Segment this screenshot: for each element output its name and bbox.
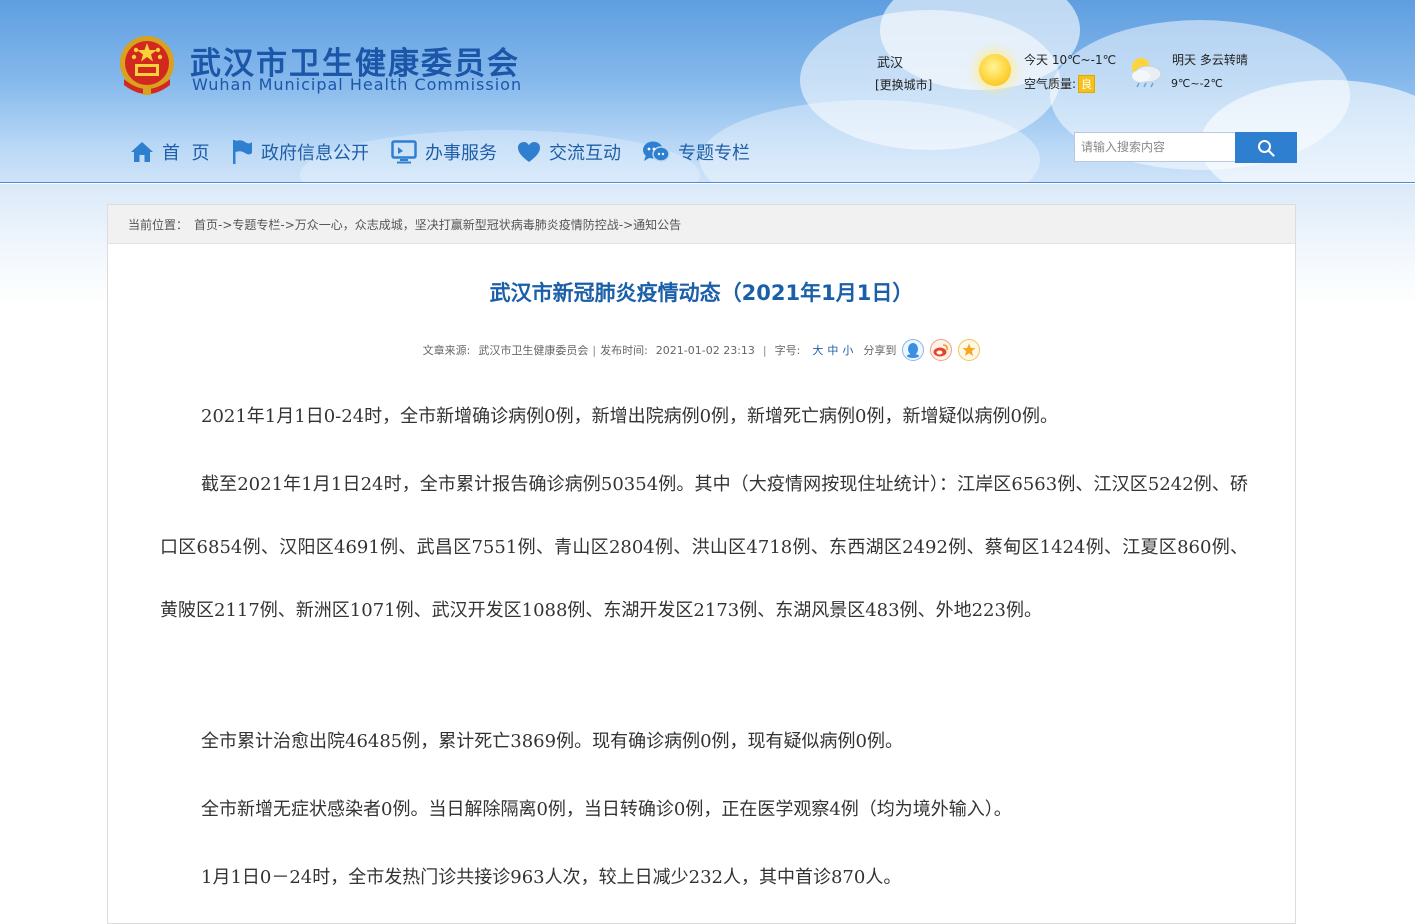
breadcrumb-label: 当前位置： xyxy=(128,217,189,232)
weibo-icon xyxy=(933,344,949,357)
nav-gov-info-label: 政府信息公开 xyxy=(261,143,369,164)
font-size-large[interactable]: 大 xyxy=(812,342,823,358)
air-quality-badge: 良 xyxy=(1078,75,1096,93)
heart-icon xyxy=(518,142,540,162)
source-value: 武汉市卫生健康委员会 xyxy=(478,344,589,357)
source-label: 文章来源: xyxy=(422,344,471,357)
monitor-icon xyxy=(391,140,417,164)
share-label: 分享到 xyxy=(863,344,897,357)
article-meta: 文章来源: 武汉市卫生健康委员会 | 发布时间: 2021-01-02 23:1… xyxy=(108,338,1295,362)
article-title: 武汉市新冠肺炎疫情动态（2021年1月1日） xyxy=(489,281,914,305)
article-paragraph: 1月1日0－24时，全市发热门诊共接诊963人次，较上日减少232人，其中首诊8… xyxy=(201,867,902,888)
weather-today: 今天 10℃~-1℃ xyxy=(1024,53,1117,67)
air-quality-label: 空气质量: xyxy=(1024,77,1077,91)
article-paragraph: 2021年1月1日0-24时，全市新增确诊病例0例，新增出院病例0例，新增死亡病… xyxy=(201,406,1058,427)
search-button[interactable] xyxy=(1235,132,1297,163)
article-paragraph: 全市新增无症状感染者0例。当日解除隔离0例，当日转确诊0例，正在医学观察4例（均… xyxy=(201,799,1012,820)
site-header: 武汉市卫生健康委员会 Wuhan Municipal Health Commis… xyxy=(0,0,1415,183)
font-size-medium[interactable]: 中 xyxy=(827,342,838,358)
search-input[interactable] xyxy=(1074,132,1235,162)
nav-special-topics[interactable]: 专题专栏 xyxy=(642,138,750,166)
article-card: 当前位置： 首页->专题专栏->万众一心，众志成城，坚决打赢新型冠状病毒肺炎疫情… xyxy=(107,204,1296,924)
weather-city: 武汉 xyxy=(877,56,904,71)
sun-icon xyxy=(979,54,1011,86)
breadcrumb-path[interactable]: 首页->专题专栏->万众一心，众志成城，坚决打赢新型冠状病毒肺炎疫情防控战->通… xyxy=(194,216,681,233)
home-icon xyxy=(131,142,153,162)
weather-tomorrow-temp: 9℃~-2℃ xyxy=(1171,77,1223,90)
search-icon xyxy=(1258,139,1275,157)
nav-home[interactable]: 首 页 xyxy=(130,138,209,166)
article-paragraph: 全市累计治愈出院46485例，累计死亡3869例。现有确诊病例0例，现有疑似病例… xyxy=(201,731,903,752)
star-icon xyxy=(962,343,976,356)
nav-interaction[interactable]: 交流互动 xyxy=(517,138,621,166)
nav-gov-info[interactable]: 政府信息公开 xyxy=(231,138,369,166)
flag-icon xyxy=(233,140,252,164)
change-city-link[interactable]: [更换城市] xyxy=(875,76,932,93)
air-quality: 空气质量: 良 xyxy=(1024,75,1096,93)
nav-services-label: 办事服务 xyxy=(425,143,497,164)
national-emblem-logo[interactable] xyxy=(118,33,176,97)
time-label: 发布时间: xyxy=(600,344,648,357)
weather-tomorrow: 明天 多云转晴 xyxy=(1172,53,1248,67)
cloudy-sun-icon xyxy=(1132,58,1162,88)
weibo-share-icon[interactable] xyxy=(930,339,953,361)
site-subtitle: Wuhan Municipal Health Commission xyxy=(192,75,523,94)
font-size-small[interactable]: 小 xyxy=(842,342,853,358)
nav-services[interactable]: 办事服务 xyxy=(391,138,497,166)
nav-interaction-label: 交流互动 xyxy=(549,143,621,164)
meta-separator: | xyxy=(762,343,767,357)
qq-share-icon[interactable] xyxy=(902,339,925,361)
nav-home-label: 首 页 xyxy=(162,143,210,164)
font-size-label: 字号: xyxy=(774,344,801,357)
meta-separator: | xyxy=(592,343,597,357)
penguin-icon xyxy=(907,343,920,358)
breadcrumb: 当前位置： 首页->专题专栏->万众一心，众志成城，坚决打赢新型冠状病毒肺炎疫情… xyxy=(108,205,1295,244)
chat-icon xyxy=(643,141,670,162)
header-divider xyxy=(0,182,1415,183)
nav-special-topics-label: 专题专栏 xyxy=(678,143,750,164)
favorite-share-icon[interactable] xyxy=(958,339,981,361)
time-value: 2021-01-02 23:13 xyxy=(655,343,755,357)
article-paragraph: 截至2021年1月1日24时，全市累计报告确诊病例50354例。其中（大疫情网按… xyxy=(160,474,1248,621)
